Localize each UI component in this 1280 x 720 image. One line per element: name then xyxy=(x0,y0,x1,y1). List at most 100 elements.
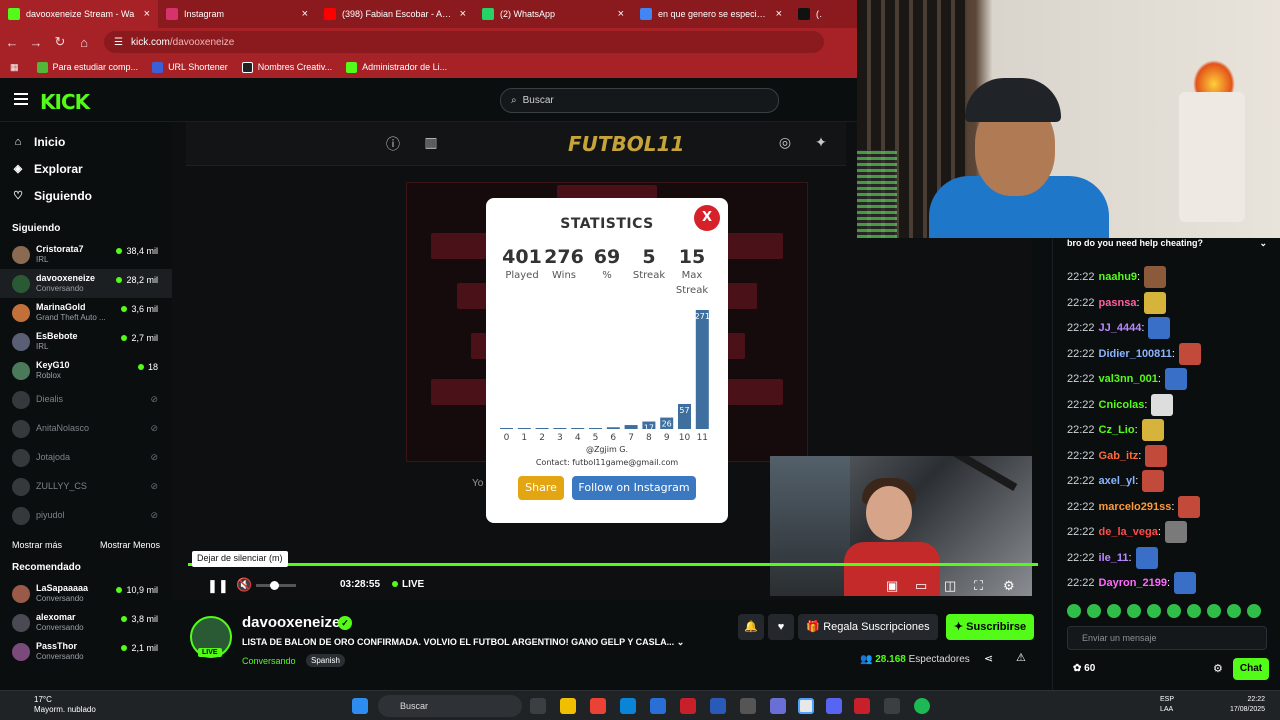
chevron-down-icon[interactable]: ⌄ xyxy=(677,637,685,647)
site-info-icon[interactable]: ☰ xyxy=(114,37,123,48)
stats-icon[interactable]: ▥ xyxy=(422,134,440,152)
gift-subs-button[interactable]: 🎁 Regala Suscripciones xyxy=(798,614,938,640)
chrome-icon[interactable] xyxy=(590,698,606,714)
discord-icon[interactable] xyxy=(826,698,842,714)
emote-icon[interactable] xyxy=(1147,604,1161,618)
file-explorer-icon[interactable] xyxy=(560,698,576,714)
info-icon[interactable]: ⓘ xyxy=(384,134,402,152)
task-view-icon[interactable] xyxy=(530,698,546,714)
chat-username[interactable]: JJ_4444 xyxy=(1099,322,1142,334)
browser-tab[interactable]: Instagram × xyxy=(158,0,316,28)
notification-bell-button[interactable]: 🔔 xyxy=(738,614,764,640)
theater-icon[interactable]: ▭ xyxy=(915,578,927,594)
close-tab-icon[interactable]: × xyxy=(460,8,466,20)
channel-points[interactable]: ✿ 60 xyxy=(1073,663,1095,674)
chat-username[interactable]: Cnicolas xyxy=(1099,399,1145,411)
emote-icon[interactable] xyxy=(1227,604,1241,618)
chat-username[interactable]: val3nn_001 xyxy=(1099,373,1158,385)
kick-logo[interactable]: KICK xyxy=(40,90,90,114)
fullscreen-icon[interactable]: ⛶ xyxy=(974,578,983,594)
channel-item[interactable]: PassThor Conversando 2,1 mil xyxy=(0,637,172,666)
emote-icon[interactable] xyxy=(1187,604,1201,618)
back-icon[interactable]: ← xyxy=(0,35,24,50)
close-tab-icon[interactable]: × xyxy=(302,8,308,20)
close-tab-icon[interactable]: × xyxy=(776,8,782,20)
chat-username[interactable]: marcelo291ss xyxy=(1099,501,1172,513)
emote-icon[interactable] xyxy=(1167,604,1181,618)
apps-icon[interactable]: ▦ xyxy=(10,62,19,73)
antivirus-icon[interactable] xyxy=(680,698,696,714)
emote-icon[interactable] xyxy=(1207,604,1221,618)
chat-username[interactable]: ile_11 xyxy=(1099,552,1129,564)
emote-icon[interactable] xyxy=(1087,604,1101,618)
clock[interactable]: 22:22 17/08/2025 xyxy=(1230,695,1265,715)
chat-send-button[interactable]: Chat xyxy=(1233,658,1269,680)
emote-icon[interactable] xyxy=(1107,604,1121,618)
report-icon[interactable]: ⚠ xyxy=(1016,651,1026,664)
reload-icon[interactable]: ↻ xyxy=(48,34,72,50)
app-icon[interactable] xyxy=(770,698,786,714)
bookmark[interactable]: Nombres Creativ... xyxy=(241,61,332,73)
settings-icon[interactable]: ⚙ xyxy=(1003,578,1015,594)
app-icon[interactable] xyxy=(710,698,726,714)
offline-channel-item[interactable]: Jotajoda ⊘ xyxy=(0,443,172,472)
emote-icon[interactable] xyxy=(1067,604,1081,618)
app-icon[interactable] xyxy=(650,698,666,714)
chevron-down-icon[interactable]: ⌄ xyxy=(1259,238,1267,248)
streamer-name[interactable]: davooxeneize xyxy=(242,614,340,631)
channel-item[interactable]: davooxeneize Conversando 28,2 mil xyxy=(0,269,172,298)
share-icon[interactable]: ⋖ xyxy=(984,652,993,665)
channel-item[interactable]: alexomar Conversando 3,8 mil xyxy=(0,608,172,637)
show-less-button[interactable]: Mostrar Menos xyxy=(100,540,160,550)
offline-channel-item[interactable]: piyudol ⊘ xyxy=(0,501,172,530)
channel-item[interactable]: MarinaGold Grand Theft Auto ... 3,6 mil xyxy=(0,298,172,327)
weather-widget[interactable]: 17°C Mayorm. nublado xyxy=(34,695,96,715)
offline-channel-item[interactable]: Diealis ⊘ xyxy=(0,385,172,414)
channel-item[interactable]: LaSapaaaaa Conversando 10,9 mil xyxy=(0,579,172,608)
channel-item[interactable]: Cristorata7 IRL 38,4 mil xyxy=(0,240,172,269)
browser-tab[interactable]: (2) WhatsApp × xyxy=(474,0,632,28)
chat-username[interactable]: Dayron_2199 xyxy=(1099,577,1168,589)
channel-item[interactable]: EsBebote IRL 2,7 mil xyxy=(0,327,172,356)
menu-icon[interactable] xyxy=(14,93,28,108)
follow-heart-button[interactable]: ♥ xyxy=(768,614,794,640)
offline-channel-item[interactable]: AnitaNolasco ⊘ xyxy=(0,414,172,443)
subscribe-button[interactable]: ✦ Suscribirse xyxy=(946,614,1034,640)
edge-icon[interactable] xyxy=(620,698,636,714)
stream-category[interactable]: Conversando xyxy=(242,656,296,666)
language-indicator[interactable]: ESP LAA xyxy=(1160,695,1174,715)
close-tab-icon[interactable]: × xyxy=(618,8,624,20)
pip-icon[interactable]: ◫ xyxy=(944,578,956,594)
volume-knob[interactable] xyxy=(270,581,279,590)
chat-settings-icon[interactable]: ⚙ xyxy=(1213,662,1223,675)
start-icon[interactable] xyxy=(352,698,368,714)
emote-icon[interactable] xyxy=(1127,604,1141,618)
follow-instagram-button[interactable]: Follow on Instagram xyxy=(572,476,696,500)
share-button[interactable]: Share xyxy=(518,476,564,500)
muted-icon[interactable]: 🔇 xyxy=(236,577,252,593)
progress-bar[interactable] xyxy=(188,563,1038,566)
browser-tab[interactable]: (40) xyxy=(790,0,830,28)
address-bar[interactable]: ☰ kick.com/davooxeneize xyxy=(104,31,824,53)
forward-icon[interactable]: → xyxy=(24,35,48,50)
chat-username[interactable]: Gab_itz xyxy=(1099,450,1139,462)
chat-username[interactable]: Cz_Lio xyxy=(1099,424,1135,436)
chat-username[interactable]: naahu9 xyxy=(1099,271,1138,283)
taskbar-search[interactable]: Buscar xyxy=(378,695,522,717)
app-icon[interactable] xyxy=(854,698,870,714)
pause-icon[interactable]: ❚❚ xyxy=(207,578,229,594)
obs-icon[interactable] xyxy=(884,698,900,714)
show-more-button[interactable]: Mostrar más xyxy=(12,540,62,550)
chat-username[interactable]: de_la_vega xyxy=(1099,526,1158,538)
twitter-icon[interactable]: ✦ xyxy=(812,134,830,152)
clip-icon[interactable]: ▣ xyxy=(886,578,898,594)
emote-icon[interactable] xyxy=(1247,604,1261,618)
spotify-icon[interactable] xyxy=(914,698,930,714)
chrome-active-icon[interactable] xyxy=(798,698,814,714)
instagram-icon[interactable]: ◎ xyxy=(776,134,794,152)
home-browser-icon[interactable]: ⌂ xyxy=(72,35,96,50)
channel-item[interactable]: KeyG10 Roblox 18 xyxy=(0,356,172,385)
offline-channel-item[interactable]: ZULLYY_CS ⊘ xyxy=(0,472,172,501)
sidebar-nav-inicio[interactable]: ⌂ Inicio xyxy=(0,128,172,155)
search-input[interactable]: ⌕ Buscar xyxy=(500,88,779,113)
